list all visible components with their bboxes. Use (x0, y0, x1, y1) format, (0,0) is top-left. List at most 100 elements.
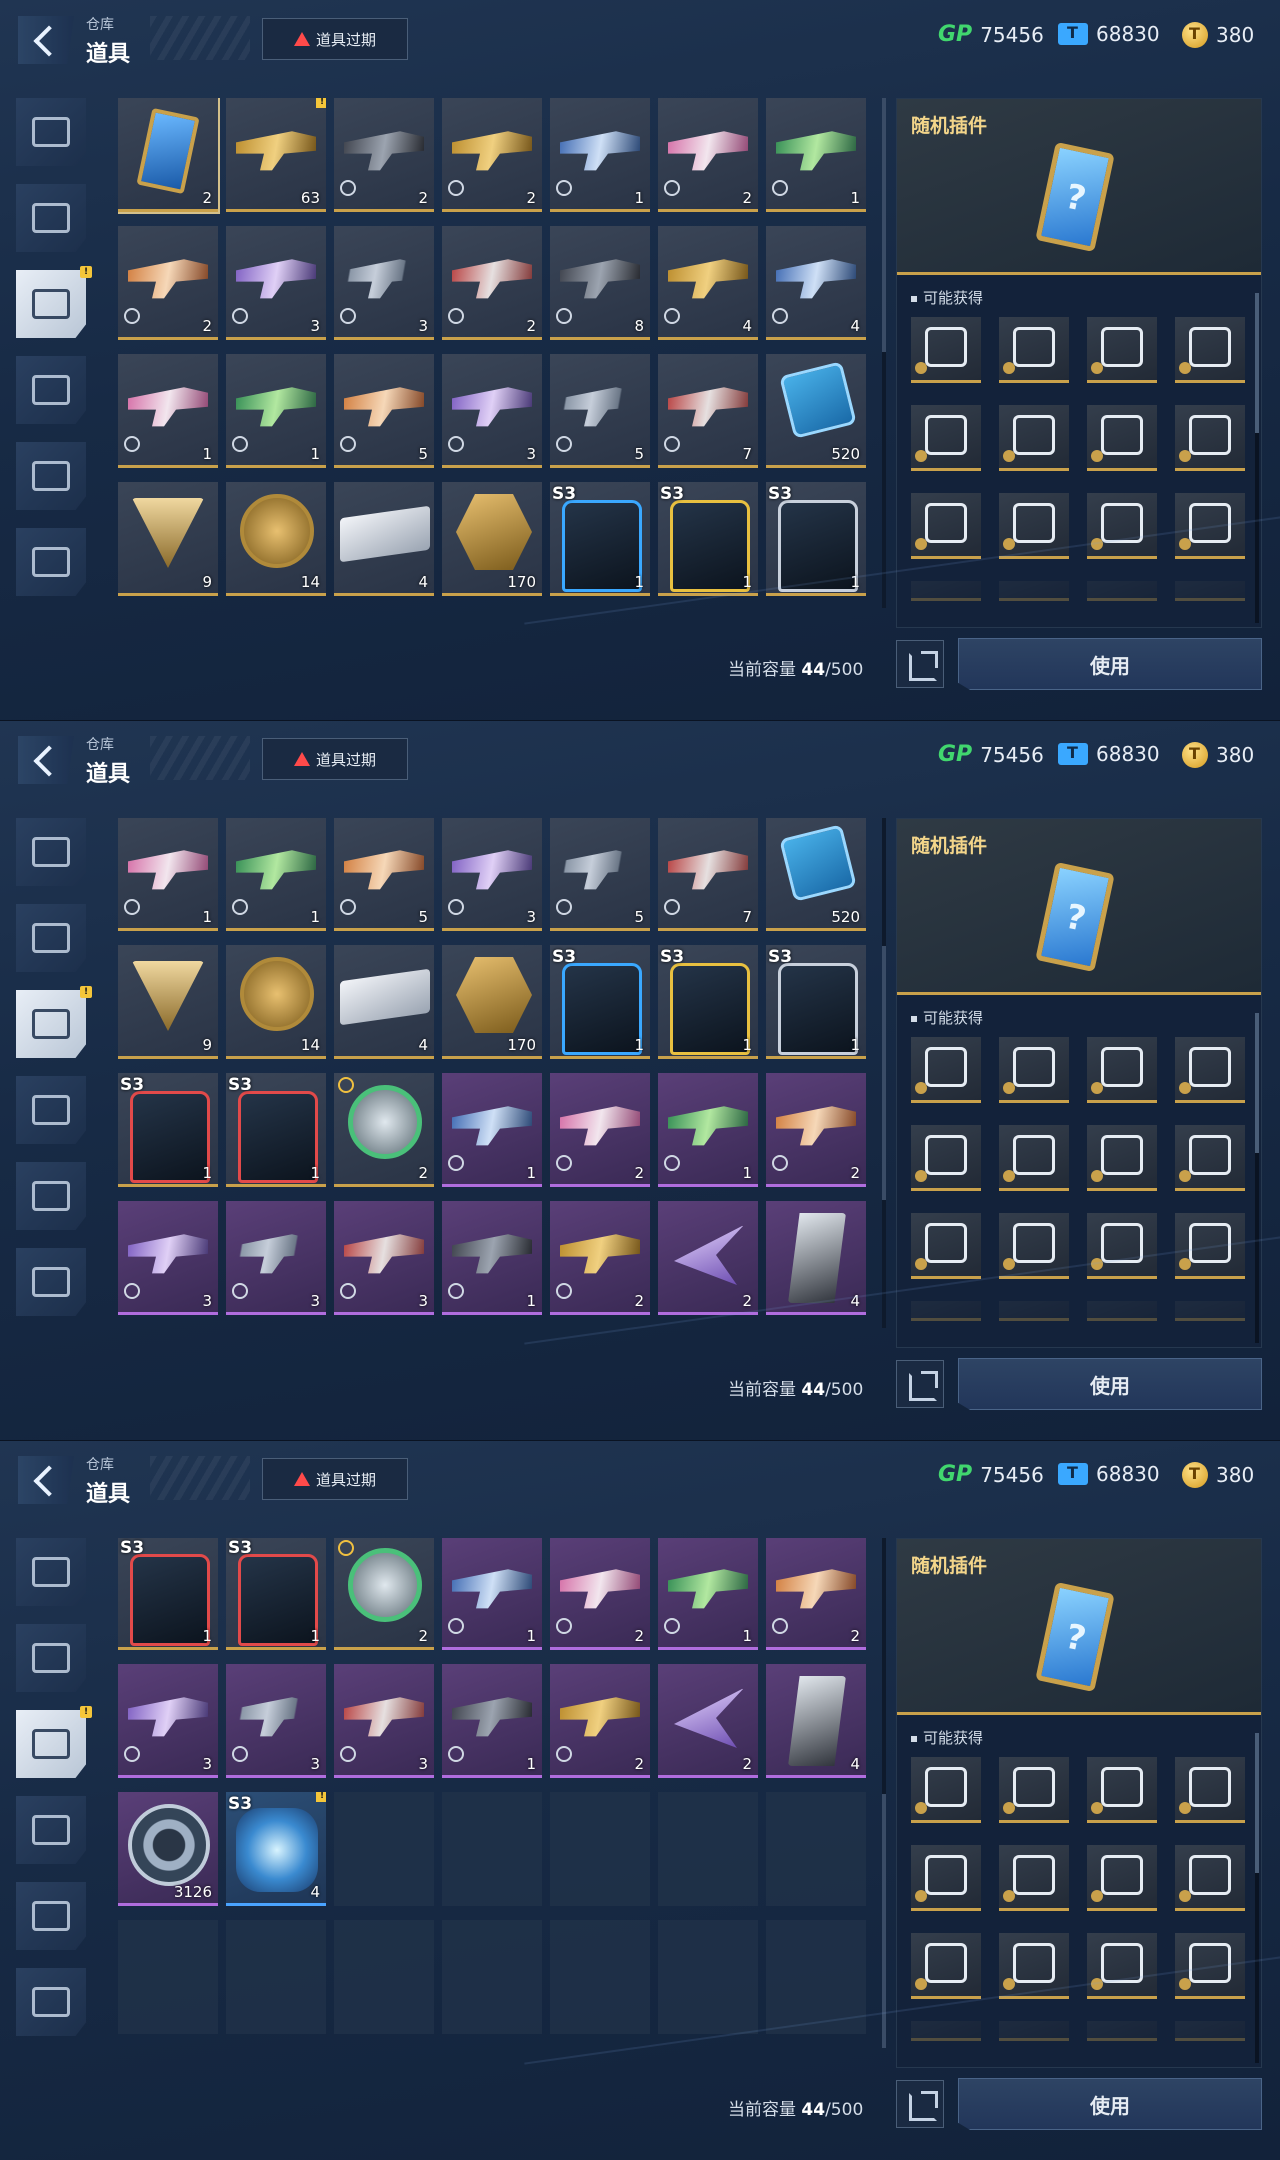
item-slot[interactable]: 4 (766, 1664, 866, 1778)
item-grid[interactable]: 2!632212123328441153575209144170S31S31S3… (118, 98, 870, 608)
sidebar-tab-emote[interactable] (16, 1162, 86, 1230)
sidebar-tab-vehicle[interactable] (16, 1076, 86, 1144)
item-slot[interactable]: 3126 (118, 1792, 218, 1906)
item-slot[interactable]: S3 1 (226, 1538, 326, 1650)
scroll-thumb[interactable] (1255, 293, 1259, 433)
item-slot[interactable]: 8 (550, 226, 650, 340)
reward-item[interactable] (999, 317, 1069, 383)
share-button[interactable] (896, 2080, 944, 2128)
item-slot[interactable]: 3 (334, 1201, 434, 1315)
item-slot[interactable]: 1 (766, 98, 866, 212)
item-slot[interactable]: 1 (442, 1538, 542, 1650)
reward-item[interactable] (911, 493, 981, 559)
reward-item[interactable] (999, 493, 1069, 559)
reward-item[interactable] (999, 1125, 1069, 1191)
item-slot[interactable]: S3! 4 (226, 1792, 326, 1906)
item-slot[interactable]: 1 (226, 818, 326, 931)
item-slot[interactable]: 2 (550, 1073, 650, 1187)
item-slot[interactable]: 9 (118, 945, 218, 1059)
item-slot[interactable]: S3 1 (550, 482, 650, 596)
item-expiry-button[interactable]: 道具过期 (262, 738, 408, 780)
reward-item[interactable] (999, 1213, 1069, 1279)
item-slot[interactable]: S3 1 (658, 482, 758, 596)
sidebar-tab-badge[interactable] (16, 1248, 86, 1316)
grid-scrollbar[interactable] (882, 1538, 886, 2048)
item-slot[interactable]: 2 (334, 1538, 434, 1650)
item-slot[interactable]: 3 (334, 226, 434, 340)
sidebar-tab-item[interactable] (16, 990, 86, 1058)
item-slot[interactable]: 1 (442, 1073, 542, 1187)
sidebar-tab-vehicle[interactable] (16, 356, 86, 424)
item-grid[interactable]: 2!632212123328441153575209144170S31S31S3… (118, 1538, 870, 2048)
sidebar-tab-emote[interactable] (16, 442, 86, 510)
reward-item[interactable] (1087, 1845, 1157, 1911)
item-slot[interactable]: 1 (550, 98, 650, 212)
sidebar-tab-armor[interactable] (16, 184, 86, 252)
item-slot[interactable]: 170 (442, 945, 542, 1059)
item-slot[interactable]: 4 (766, 1201, 866, 1315)
use-button[interactable]: 使用 (958, 2078, 1262, 2130)
use-button[interactable]: 使用 (958, 638, 1262, 690)
reward-item[interactable] (1175, 405, 1245, 471)
sidebar-tab-armor[interactable] (16, 904, 86, 972)
item-slot[interactable]: S3 1 (118, 1538, 218, 1650)
item-slot[interactable]: 2 (334, 1073, 434, 1187)
item-slot[interactable]: S3 1 (550, 945, 650, 1059)
item-slot[interactable]: 4 (334, 482, 434, 596)
reward-item[interactable] (911, 1757, 981, 1823)
item-slot[interactable]: 2 (550, 1664, 650, 1778)
sidebar-tab-weapon[interactable] (16, 1538, 86, 1606)
item-slot[interactable]: 5 (334, 818, 434, 931)
grid-scrollbar[interactable] (882, 818, 886, 1328)
item-slot[interactable]: 3 (118, 1201, 218, 1315)
reward-item[interactable] (911, 1125, 981, 1191)
reward-item[interactable] (1087, 317, 1157, 383)
scroll-thumb[interactable] (882, 98, 886, 352)
sidebar-tab-weapon[interactable] (16, 98, 86, 166)
item-slot[interactable]: 7 (658, 354, 758, 468)
item-slot[interactable]: 1 (226, 354, 326, 468)
back-button[interactable] (18, 16, 74, 64)
reward-item[interactable] (1087, 493, 1157, 559)
item-slot[interactable]: 3 (226, 1664, 326, 1778)
reward-scrollbar[interactable] (1255, 293, 1259, 623)
item-slot[interactable]: 14 (226, 482, 326, 596)
reward-item[interactable] (1175, 1757, 1245, 1823)
item-slot[interactable]: 2 (550, 1538, 650, 1650)
sidebar-tab-badge[interactable] (16, 528, 86, 596)
item-slot[interactable]: 520 (766, 354, 866, 468)
back-button[interactable] (18, 736, 74, 784)
use-button[interactable]: 使用 (958, 1358, 1262, 1410)
item-slot[interactable]: 3 (226, 226, 326, 340)
item-slot[interactable]: 3 (442, 818, 542, 931)
item-slot[interactable]: 2 (658, 1664, 758, 1778)
item-slot[interactable]: 4 (766, 226, 866, 340)
reward-item[interactable] (1175, 1845, 1245, 1911)
item-slot[interactable]: 5 (334, 354, 434, 468)
item-slot[interactable]: 4 (658, 226, 758, 340)
item-slot[interactable]: 7 (658, 818, 758, 931)
reward-item[interactable] (999, 1757, 1069, 1823)
item-grid[interactable]: 2!632212123328441153575209144170S31S31S3… (118, 818, 870, 1328)
reward-item[interactable] (911, 1845, 981, 1911)
item-slot[interactable]: 2 (550, 1201, 650, 1315)
reward-item[interactable] (1087, 1933, 1157, 1999)
item-slot[interactable]: S3 1 (766, 482, 866, 596)
item-slot[interactable]: 1 (118, 354, 218, 468)
item-slot[interactable]: 2 (442, 98, 542, 212)
item-slot[interactable]: 2 (118, 226, 218, 340)
item-slot[interactable]: 5 (550, 354, 650, 468)
reward-item[interactable] (1175, 493, 1245, 559)
item-expiry-button[interactable]: 道具过期 (262, 18, 408, 60)
item-slot[interactable]: 1 (442, 1664, 542, 1778)
back-button[interactable] (18, 1456, 74, 1504)
item-slot[interactable]: 3 (118, 1664, 218, 1778)
reward-item[interactable] (911, 1037, 981, 1103)
reward-item[interactable] (911, 1933, 981, 1999)
item-slot[interactable]: 14 (226, 945, 326, 1059)
sidebar-tab-weapon[interactable] (16, 818, 86, 886)
reward-item[interactable] (1175, 1213, 1245, 1279)
grid-scrollbar[interactable] (882, 98, 886, 608)
item-slot[interactable]: 3 (334, 1664, 434, 1778)
item-expiry-button[interactable]: 道具过期 (262, 1458, 408, 1500)
